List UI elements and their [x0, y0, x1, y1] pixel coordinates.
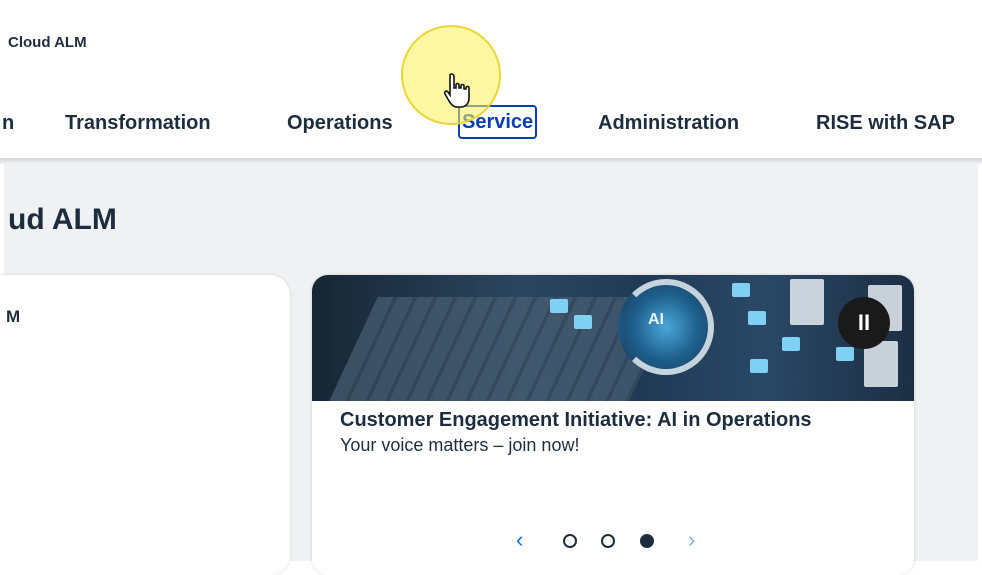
folder-icon [732, 283, 750, 297]
app-title: Cloud ALM [8, 34, 87, 51]
folder-icon [836, 347, 854, 361]
paper-icon [790, 279, 824, 325]
pause-button[interactable]: II [838, 297, 890, 349]
document-icon [550, 299, 568, 313]
pager-dot[interactable] [601, 534, 615, 548]
nav-item-operations[interactable]: Operations [287, 112, 393, 135]
carousel-pager: ‹ › [516, 527, 716, 553]
main-content: ud ALM M AI II Customer Engagement Initi… [0, 163, 978, 575]
chevron-right-icon[interactable]: › [688, 527, 695, 553]
folder-icon [748, 311, 766, 325]
hand-cursor-icon [443, 73, 470, 108]
nav-item-rise-with-sap[interactable]: RISE with SAP [816, 112, 955, 135]
folder-icon [782, 337, 800, 351]
banner-image: AI II [312, 275, 914, 401]
nav-item-partial[interactable]: n [2, 112, 14, 135]
top-navigation: n Transformation Operations Service Admi… [0, 100, 982, 156]
pause-icon: II [857, 310, 871, 335]
page-title: ud ALM [8, 203, 117, 236]
carousel-subtext: Your voice matters – join now! [340, 435, 580, 455]
document-icon [574, 315, 592, 329]
carousel-card[interactable]: AI II Customer Engagement Initiative: AI… [312, 275, 914, 575]
ai-badge: AI [648, 311, 664, 328]
carousel-heading[interactable]: Customer Engagement Initiative: AI in Op… [340, 409, 812, 432]
nav-item-administration[interactable]: Administration [598, 112, 739, 135]
chevron-left-icon[interactable]: ‹ [516, 527, 523, 553]
ai-ring-graphic [618, 279, 714, 375]
info-card[interactable]: M [0, 275, 290, 575]
pager-dot[interactable] [563, 534, 577, 548]
pager-dot-active[interactable] [640, 534, 654, 548]
folder-icon [750, 359, 768, 373]
nav-item-transformation[interactable]: Transformation [65, 112, 211, 135]
info-card-title: M [6, 307, 21, 326]
